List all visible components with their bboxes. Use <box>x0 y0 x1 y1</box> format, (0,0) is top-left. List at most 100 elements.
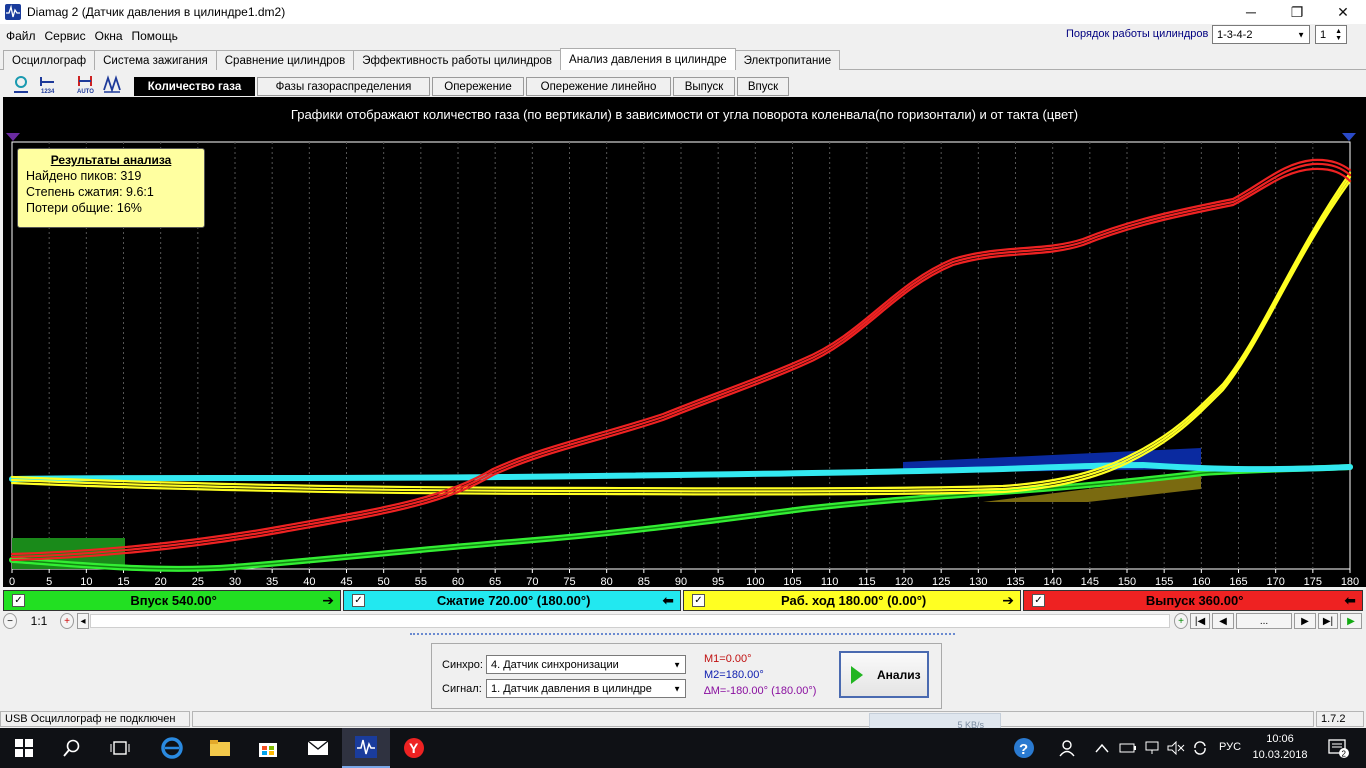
tab-oscilloscope[interactable]: Осциллограф <box>3 50 96 70</box>
chevron-down-icon: ▼ <box>673 684 681 693</box>
analyze-button[interactable]: Анализ <box>839 651 929 698</box>
tab-cylinder-compare[interactable]: Сравнение цилиндров <box>215 50 355 70</box>
phase-power-bar[interactable]: ✓ Раб. ход 180.00° (0.00°) ➔ <box>683 590 1021 611</box>
cylinder-order-select[interactable]: 1-3-4-2 ▼ <box>1212 25 1310 44</box>
menu-file[interactable]: Файл <box>3 29 39 43</box>
file-explorer-icon[interactable] <box>196 728 244 768</box>
phase-compression-bar[interactable]: ✓ Сжатие 720.00° (180.00°) ⬅ <box>343 590 681 611</box>
x-tick-label: 5 <box>46 576 52 587</box>
battery-icon[interactable] <box>1116 728 1140 768</box>
tab-ignition[interactable]: Система зажигания <box>94 50 217 70</box>
mail-icon[interactable] <box>294 728 342 768</box>
scroll-left-icon[interactable]: ◂ <box>77 613 89 629</box>
sync-icon[interactable] <box>1188 728 1212 768</box>
subtab-intake[interactable]: Впуск <box>737 77 789 96</box>
people-icon[interactable] <box>1048 728 1088 768</box>
play-icon <box>851 665 863 684</box>
tab-power-supply[interactable]: Электропитание <box>734 50 841 70</box>
signal-select[interactable]: 1. Датчик давления в цилиндре ▼ <box>486 679 686 698</box>
x-tick-label: 40 <box>303 576 315 587</box>
phase-compression-label: Сжатие 720.00° (180.00°) <box>436 593 591 608</box>
volume-muted-icon[interactable] <box>1164 728 1188 768</box>
arrow-right-icon[interactable]: ➔ <box>322 592 334 609</box>
help-icon[interactable]: ? <box>1000 728 1048 768</box>
tab-pressure-analysis[interactable]: Анализ давления в цилиндре <box>560 48 736 70</box>
close-button[interactable]: ✕ <box>1320 0 1366 24</box>
maximize-button[interactable]: ❐ <box>1274 0 1320 24</box>
subtab-valve-timing[interactable]: Фазы газораспределения <box>257 77 430 96</box>
panel-splitter[interactable] <box>410 633 955 638</box>
sync-select[interactable]: 4. Датчик синхронизации ▼ <box>486 655 686 674</box>
cylinder-spinner[interactable]: 1 ▲ ▼ <box>1315 25 1347 44</box>
menu-windows[interactable]: Окна <box>92 29 126 43</box>
phase-intake-bar[interactable]: ✓ Впуск 540.00° ➔ <box>3 590 341 611</box>
search-icon[interactable] <box>48 728 96 768</box>
results-losses: Потери общие: 16% <box>26 201 142 215</box>
x-tick-label: 160 <box>1192 576 1210 587</box>
zoom-row: − 1:1 + ◂ + |◀ ◀ ... ▶ ▶| ▶ <box>0 612 1366 630</box>
x-tick-label: 15 <box>117 576 129 587</box>
main-tabs: Осциллограф Система зажигания Сравнение … <box>3 48 841 70</box>
arrow-left-icon[interactable]: ⬅ <box>662 592 674 609</box>
x-tick-label: 170 <box>1266 576 1284 587</box>
x-tick-label: 155 <box>1155 576 1173 587</box>
x-tick-label: 85 <box>638 576 650 587</box>
x-tick-label: 110 <box>821 576 839 587</box>
arrow-right-icon[interactable]: ➔ <box>1002 592 1014 609</box>
tab-cylinder-efficiency[interactable]: Эффективность работы цилиндров <box>353 50 562 70</box>
language-indicator[interactable]: РУС <box>1212 741 1248 753</box>
app-version: 1.7.2 <box>1316 711 1364 727</box>
diamag-taskbar-icon[interactable] <box>342 728 390 768</box>
first-frame-icon[interactable]: |◀ <box>1190 613 1210 629</box>
last-frame-icon[interactable]: ▶| <box>1318 613 1338 629</box>
phase-exhaust-checkbox[interactable]: ✓ <box>1032 594 1045 607</box>
svg-text:?: ? <box>1019 741 1028 758</box>
analysis-panel: Синхро: 4. Датчик синхронизации ▼ Сигнал… <box>431 643 942 709</box>
subtab-exhaust[interactable]: Выпуск <box>673 77 735 96</box>
subtab-advance-linear[interactable]: Опережение линейно <box>526 77 671 96</box>
minimize-button[interactable]: ─ <box>1228 0 1274 24</box>
cylinder-spinner-value: 1 <box>1320 28 1327 41</box>
chevron-up-icon[interactable] <box>1088 728 1116 768</box>
subtab-advance[interactable]: Опережение <box>432 77 524 96</box>
chevron-down-icon: ▼ <box>673 660 681 669</box>
clock-time[interactable]: 10:06 <box>1248 733 1312 745</box>
overlay-icon[interactable] <box>101 73 123 95</box>
subtab-gas-amount[interactable]: Количество газа <box>134 77 255 96</box>
plot-canvas: 0 5 10 15 20 25 30 35 40 45 50 55 60 65 70 75 80 85 90 95 10… <box>9 141 1359 587</box>
x-tick-label: 35 <box>266 576 278 587</box>
horizontal-scrollbar[interactable] <box>90 614 1170 628</box>
phase-compression-checkbox[interactable]: ✓ <box>352 594 365 607</box>
zoom-out-icon[interactable]: − <box>3 613 17 629</box>
clock-date[interactable]: 10.03.2018 <box>1248 749 1312 761</box>
graph-tool-icon[interactable] <box>10 73 32 95</box>
notifications-icon[interactable]: 2 <box>1318 728 1358 768</box>
x-tick-label: 65 <box>489 576 501 587</box>
yandex-browser-icon[interactable]: Y <box>390 728 438 768</box>
task-view-icon[interactable] <box>96 728 144 768</box>
prev-frame-icon[interactable]: ◀ <box>1212 613 1234 629</box>
auto-scale-icon[interactable]: AUTO <box>74 73 96 95</box>
windows-start-icon[interactable] <box>0 728 48 768</box>
store-icon[interactable] <box>244 728 292 768</box>
play-icon[interactable]: ▶ <box>1340 613 1362 629</box>
next-frame-icon[interactable]: ▶ <box>1294 613 1316 629</box>
edge-browser-icon[interactable] <box>148 728 196 768</box>
menu-service[interactable]: Сервис <box>42 29 89 43</box>
zoom-in-icon[interactable]: + <box>60 613 74 629</box>
arrow-left-icon[interactable]: ⬅ <box>1344 592 1356 609</box>
phase-power-checkbox[interactable]: ✓ <box>692 594 705 607</box>
numbering-icon[interactable]: 1234 <box>37 73 59 95</box>
frame-position[interactable]: ... <box>1236 613 1292 629</box>
phase-intake-checkbox[interactable]: ✓ <box>12 594 25 607</box>
network-icon[interactable] <box>1140 728 1164 768</box>
phase-intake-label: Впуск 540.00° <box>130 593 217 608</box>
x-tick-label: 120 <box>895 576 913 587</box>
add-marker-icon[interactable]: + <box>1174 613 1188 629</box>
status-spacer <box>192 711 1314 727</box>
zoom-ratio: 1:1 <box>30 614 48 628</box>
menu-help[interactable]: Помощь <box>129 29 181 43</box>
phase-exhaust-bar[interactable]: ✓ Выпуск 360.00° ⬅ <box>1023 590 1363 611</box>
gas-amount-plot[interactable]: Графики отображают количество газа (по в… <box>3 97 1366 587</box>
x-tick-label: 165 <box>1229 576 1247 587</box>
